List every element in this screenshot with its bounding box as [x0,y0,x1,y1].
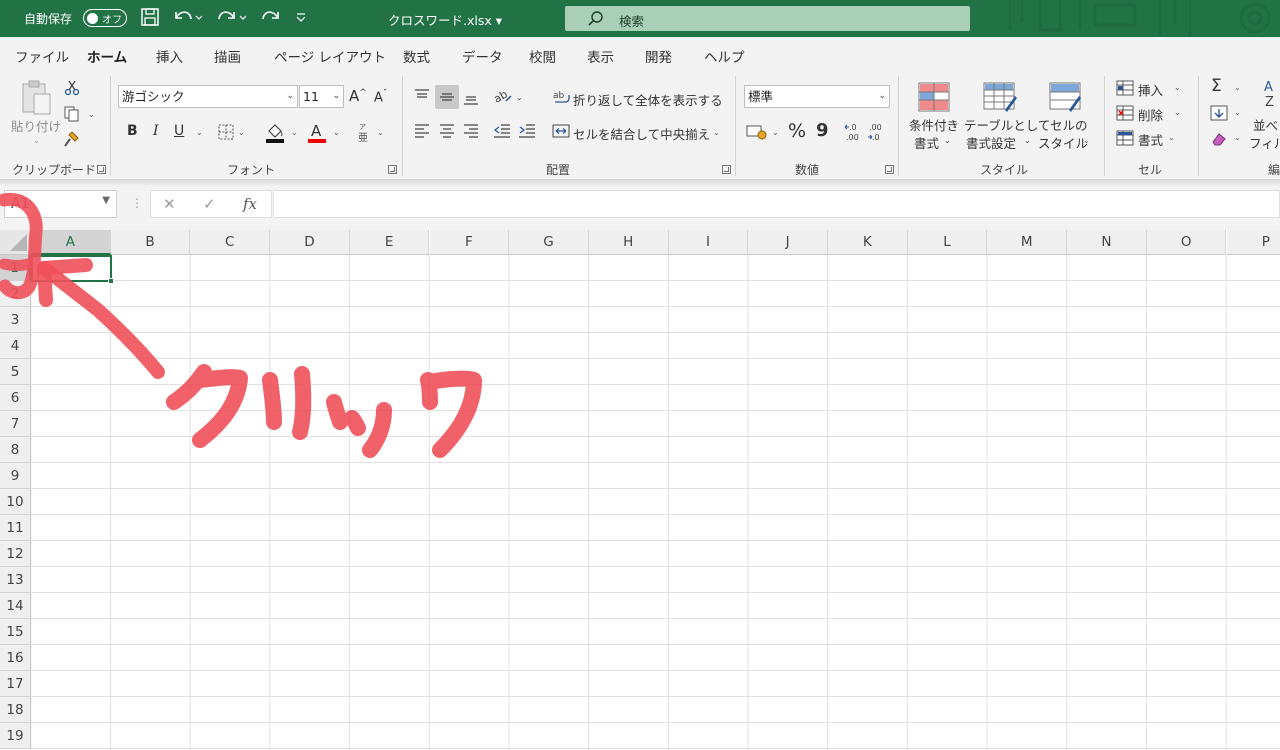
annotation-circle [0,192,43,300]
annotation-circle-tail [0,258,34,271]
annotation-text-kuri-kku [166,364,482,458]
annotation-arrow [37,261,165,379]
annotation-overlay [0,192,482,458]
